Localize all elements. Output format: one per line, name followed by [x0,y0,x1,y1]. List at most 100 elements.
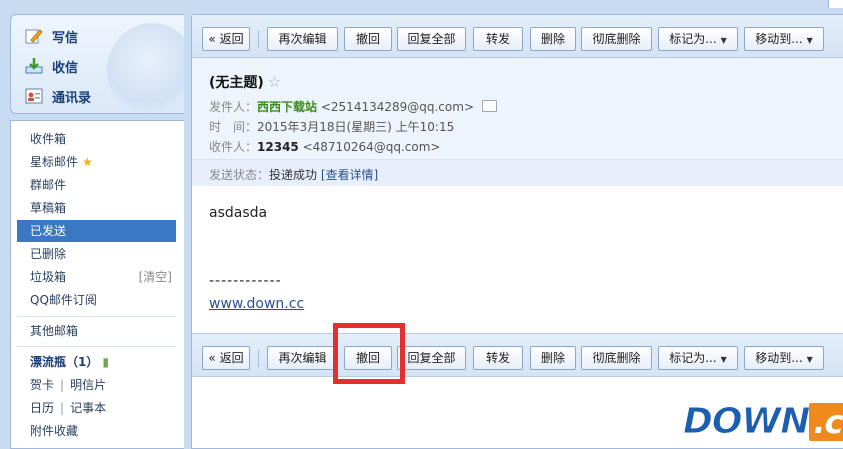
recipient-name[interactable]: 12345 [257,140,299,154]
chevron-down-icon: ▼ [720,36,727,45]
to-row: 收件人：12345 <48710264@qq.com> [209,138,440,155]
star-outline-icon[interactable]: ☆ [268,73,281,91]
time-row: 时 间：2015年3月18日(星期三) 上午10:15 [209,118,454,135]
toolbar-divider [258,349,259,367]
delete-permanently-button[interactable]: 彻底删除 [581,27,652,51]
folder-list: 收件箱 星标邮件 ★ 群邮件 草稿箱 已发送 已删除 垃圾箱 [清空] QQ邮件订阅… [10,120,184,449]
qq-penguin-watermark [107,23,184,113]
subject-text: (无主题) [209,75,264,91]
move-to-dropdown[interactable]: 移动到... ▼ [744,346,824,370]
quick-actions-panel: 写信 收信 通讯录 [10,14,184,114]
chevron-down-icon: ▼ [720,355,727,364]
reedit-button[interactable]: 再次编辑 [267,346,338,370]
receive-link[interactable]: 收信 [25,55,78,77]
top-toolbar: « 返回 再次编辑 撤回 回复全部 转发 删除 彻底删除 标记为... ▼ 移动到… [192,15,843,58]
folder-calendar-row: 日历 | 记事本 [17,397,176,419]
folder-deleted[interactable]: 已删除 [17,243,176,265]
from-row: 发件人：西西下载站 <2514134289@qq.com> [209,98,497,115]
status-details-link[interactable]: [查看详情] [321,168,378,182]
folder-label: 已发送 [30,224,67,238]
mark-as-dropdown[interactable]: 标记为... ▼ [658,346,738,370]
mail-reading-pane: « 返回 再次编辑 撤回 回复全部 转发 删除 彻底删除 标记为... ▼ 移动到… [191,14,843,449]
compose-icon [25,29,43,44]
chevron-down-icon: ▼ [806,36,813,45]
time-value: 2015年3月18日(星期三) 上午10:15 [257,120,455,134]
spam-clean-link[interactable]: [清空] [139,266,172,288]
delete-button[interactable]: 删除 [530,346,576,370]
mark-as-label: 标记为... [669,351,717,365]
folder-drafts[interactable]: 草稿箱 [17,197,176,219]
reply-all-button[interactable]: 回复全部 [397,346,466,370]
signature-separator: ------------ [209,273,282,289]
contacts-link[interactable]: 通讯录 [25,85,91,107]
folder-label: 垃圾箱 [30,270,67,284]
folder-attachments[interactable]: 附件收藏 [17,420,176,442]
folder-groups[interactable]: 群邮件 [17,174,176,196]
sender-name[interactable]: 西西下载站 [257,100,317,114]
back-button[interactable]: « 返回 [202,346,250,370]
reedit-button[interactable]: 再次编辑 [267,27,338,51]
chevron-down-icon: ▼ [806,355,813,364]
notes-link[interactable]: 记事本 [70,401,106,415]
pipe-separator: | [60,401,65,415]
status-label: 发送状态： [209,168,270,182]
forward-button[interactable]: 转发 [473,346,523,370]
folder-label: 其他邮箱 [30,324,79,338]
folder-label: 群邮件 [30,178,67,192]
mark-as-label: 标记为... [669,32,717,46]
folder-subscriptions[interactable]: QQ邮件订阅 [17,289,176,311]
mark-as-dropdown[interactable]: 标记为... ▼ [658,27,738,51]
to-label: 收件人： [209,140,258,154]
folder-label: 星标邮件 [30,155,79,169]
folder-sent[interactable]: 已发送 [17,220,176,242]
status-value: 投递成功 [269,168,318,182]
delivery-status: 发送状态：投递成功 [查看详情] [192,159,843,186]
folder-label: 收件箱 [30,132,67,146]
move-to-label: 移动到... [755,351,803,365]
recall-highlight-box [333,323,405,384]
calendar-link[interactable]: 日历 [30,401,54,415]
folder-label: 草稿箱 [30,201,67,215]
folder-label: 附件收藏 [30,424,79,438]
folder-label: 漂流瓶（1） [30,355,99,369]
contacts-label: 通讯录 [52,90,92,106]
forward-button[interactable]: 转发 [473,27,523,51]
folder-inbox[interactable]: 收件箱 [17,128,176,150]
receive-label: 收信 [52,60,79,76]
business-card-icon[interactable] [482,100,497,112]
bottom-toolbar: « 返回 再次编辑 撤回 回复全部 转发 删除 彻底删除 标记为... ▼ 移动到… [192,333,843,377]
signature-link[interactable]: www.down.cc [209,296,304,312]
mail-subject: (无主题) ☆ [209,72,281,92]
time-label: 时 间： [209,120,258,134]
folder-spam[interactable]: 垃圾箱 [清空] [17,266,176,288]
sender-address: <2514134289@qq.com> [320,100,474,114]
down-cc-logo: DOWN.cc [682,401,843,442]
divider [17,346,176,347]
logo-suffix-text: .cc [809,403,843,441]
compose-link[interactable]: 写信 [25,25,78,47]
inbox-download-icon [25,58,43,74]
reply-all-button[interactable]: 回复全部 [397,27,466,51]
postcards-link[interactable]: 明信片 [70,378,106,392]
delete-button[interactable]: 删除 [530,27,576,51]
folder-cards-row: 贺卡 | 明信片 [17,374,176,396]
sidebar: 写信 收信 通讯录 收件箱 星标邮件 ★ 群邮件 草稿箱 已发送 已删除 垃圾箱… [0,0,184,449]
delete-permanently-button[interactable]: 彻底删除 [581,346,652,370]
compose-label: 写信 [52,30,79,46]
cards-link[interactable]: 贺卡 [30,378,54,392]
folder-other-mailboxes[interactable]: 其他邮箱 [17,320,176,342]
logo-main-text: DOWN [682,401,810,442]
contacts-card-icon [25,88,43,104]
recipient-address: <48710264@qq.com> [302,140,441,154]
folder-starred[interactable]: 星标邮件 ★ [17,151,176,173]
recall-button[interactable]: 撤回 [344,27,392,51]
folder-label: 已删除 [30,247,67,261]
folder-drift-bottle[interactable]: 漂流瓶（1） ▮ [17,351,176,373]
mail-body: asdasda [209,205,268,221]
move-to-label: 移动到... [755,32,803,46]
toolbar-divider [258,30,259,48]
divider [17,316,176,317]
move-to-dropdown[interactable]: 移动到... ▼ [744,27,824,51]
folder-label: QQ邮件订阅 [30,293,97,307]
back-button[interactable]: « 返回 [202,27,250,51]
